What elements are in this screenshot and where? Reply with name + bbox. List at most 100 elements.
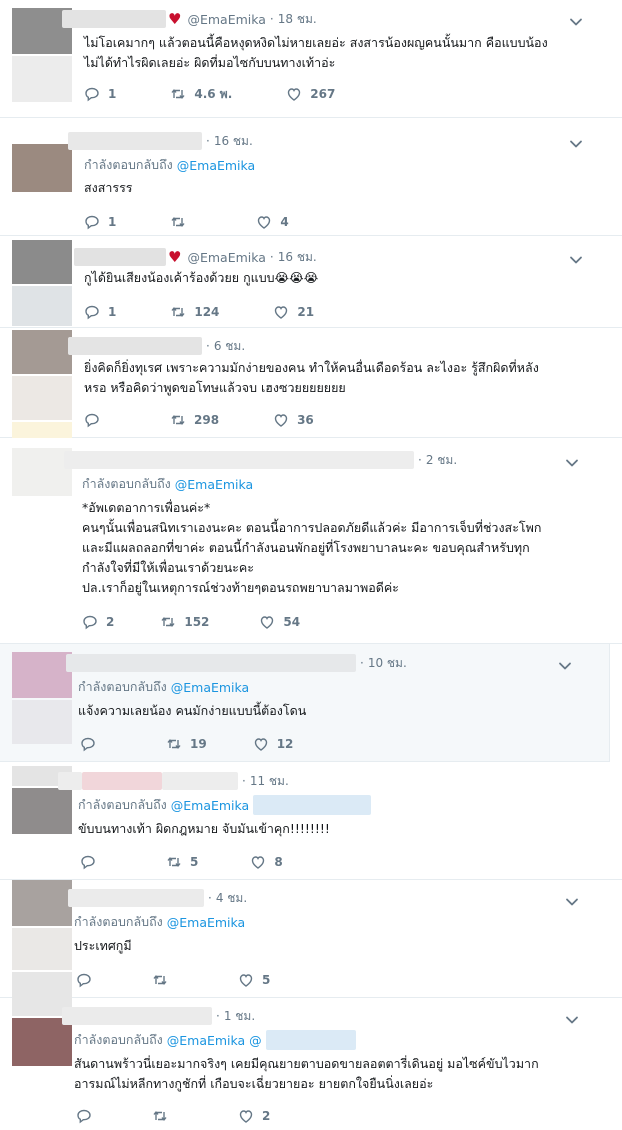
chevron-down-icon[interactable] <box>564 1012 580 1028</box>
user-handle[interactable]: @EmaEmika <box>187 12 265 27</box>
reply-button[interactable] <box>76 1108 100 1124</box>
tweet-actions: 298 36 <box>84 410 314 430</box>
like-button[interactable]: 2 <box>238 1108 270 1124</box>
avatar[interactable] <box>12 788 72 834</box>
retweet-button[interactable]: 19 <box>166 736 207 752</box>
reply-mention-link[interactable]: @EmaEmika <box>175 477 253 492</box>
reply-mention-link[interactable]: @EmaEmika <box>167 915 245 930</box>
like-button[interactable]: 8 <box>250 854 283 870</box>
like-icon <box>258 216 271 229</box>
tweet[interactable]: · 1 ชม. กำลังตอบกลับถึง @EmaEmika @ สันด… <box>0 998 622 1130</box>
tweet[interactable]: · 4 ชม. กำลังตอบกลับถึง @EmaEmika ประเทศ… <box>0 880 622 998</box>
avatar-overlap <box>12 422 72 438</box>
reply-mention-link[interactable]: @EmaEmika @ <box>167 1033 262 1048</box>
tweet-header: ♥ @EmaEmika · 16 ชม. <box>74 247 317 267</box>
like-button[interactable]: 54 <box>259 614 300 630</box>
like-count: 5 <box>262 973 271 987</box>
tweet-actions: 5 8 <box>80 852 283 872</box>
timestamp[interactable]: 10 ชม. <box>368 654 407 673</box>
retweet-button[interactable]: 298 <box>170 412 219 428</box>
avatar[interactable] <box>12 652 72 698</box>
chevron-down-icon[interactable] <box>557 658 573 674</box>
tweet-text: สันดานพร้าวนี่เยอะมากจริงๆ เคยมีคุณยายตา… <box>74 1056 539 1091</box>
tweet-text: แจ้งความเลยน้อง คนมักง่ายแบบนี้ต้องโดน <box>78 703 307 718</box>
like-count: 54 <box>283 615 301 629</box>
tweet-text: สงสารรร <box>84 180 133 195</box>
tweet-text: ยิ่งคิดก็ยิ่งทุเรศ เพราะความมักง่ายของคน… <box>84 360 539 395</box>
like-icon <box>288 88 301 101</box>
tweet-actions: 2 <box>76 1106 270 1126</box>
chevron-down-icon[interactable] <box>564 455 580 471</box>
reply-mention-link[interactable]: @EmaEmika <box>171 680 249 695</box>
retweet-button[interactable]: 124 <box>170 304 219 320</box>
timestamp[interactable]: 16 ชม. <box>278 248 317 267</box>
reply-mention-link[interactable]: @EmaEmika <box>177 158 255 173</box>
tweet[interactable]: · 6 ชม. ยิ่งคิดก็ยิ่งทุเรศ เพราะความมักง… <box>0 328 622 438</box>
redacted-username <box>82 772 162 790</box>
like-button[interactable]: 36 <box>273 412 314 428</box>
tweet[interactable]: · 16 ชม. กำลังตอบกลับถึง @EmaEmika สงสาร… <box>0 118 622 236</box>
replying-to: กำลังตอบกลับถึง @EmaEmika @ <box>74 1030 356 1050</box>
chevron-down-icon[interactable] <box>568 14 584 30</box>
reply-button[interactable] <box>80 854 104 870</box>
avatar[interactable] <box>12 240 72 284</box>
tweet[interactable]: · 11 ชม. กำลังตอบกลับถึง @EmaEmika ขับบน… <box>0 762 622 880</box>
tweet-header: · 16 ชม. <box>68 131 253 151</box>
retweet-button[interactable] <box>152 972 176 988</box>
tweet-header: · 11 ชม. <box>58 771 289 791</box>
retweet-button[interactable]: 152 <box>160 614 209 630</box>
like-icon <box>239 1110 253 1123</box>
like-button[interactable]: 5 <box>238 972 270 988</box>
tweet[interactable]: ♥ @EmaEmika · 18 ชม. ไม่โอเคมากๆ แล้วตอน… <box>0 0 622 118</box>
like-button[interactable]: 4 <box>256 214 289 230</box>
retweet-icon <box>167 857 181 867</box>
reply-button[interactable] <box>76 972 100 988</box>
tweet-actions: 1 4 <box>84 212 289 232</box>
redacted-username <box>62 1007 212 1025</box>
timestamp[interactable]: 11 ชม. <box>250 772 289 791</box>
redacted-username <box>162 772 238 790</box>
tweet-text: *อัพเดตอาการเพื่อนค่ะ* คนๆนั้นเพื่อนสนิท… <box>82 500 542 595</box>
like-button[interactable]: 12 <box>253 736 293 752</box>
tweet[interactable]: · 2 ชม. กำลังตอบกลับถึง @EmaEmika *อัพเด… <box>0 438 622 644</box>
reply-icon <box>85 87 99 102</box>
heart-icon: ♥ <box>168 247 182 266</box>
timestamp[interactable]: 2 ชม. <box>426 451 457 470</box>
like-button[interactable]: 21 <box>273 304 314 320</box>
avatar[interactable] <box>12 880 72 926</box>
avatar-overlap <box>12 56 72 102</box>
tweet[interactable]: ♥ @EmaEmika · 16 ชม. กูได้ยินเสียงน้องเค… <box>0 236 622 328</box>
chevron-down-icon[interactable] <box>568 136 584 152</box>
like-button[interactable]: 267 <box>286 86 335 102</box>
timestamp[interactable]: 1 ชม. <box>224 1007 255 1026</box>
like-count: 8 <box>274 855 283 869</box>
user-handle[interactable]: @EmaEmika <box>187 250 265 265</box>
avatar[interactable] <box>12 144 72 192</box>
retweet-button[interactable]: 4.6 พ. <box>170 85 232 104</box>
retweet-button[interactable] <box>152 1108 176 1124</box>
retweet-button[interactable] <box>170 214 194 230</box>
reply-icon <box>77 973 91 988</box>
timestamp[interactable]: 18 ชม. <box>278 10 317 29</box>
reply-button[interactable] <box>84 412 108 428</box>
reply-button[interactable]: 1 <box>84 86 116 102</box>
reply-button[interactable]: 2 <box>82 614 114 630</box>
avatar[interactable] <box>12 330 72 374</box>
tweet-text: ประเทศกูมี <box>74 938 132 953</box>
retweet-count: 298 <box>194 413 220 427</box>
reply-button[interactable]: 1 <box>84 214 116 230</box>
chevron-down-icon[interactable] <box>564 894 580 910</box>
tweet[interactable]: · 10 ชม. กำลังตอบกลับถึง @EmaEmika แจ้งค… <box>0 644 610 762</box>
reply-mention-link[interactable]: @EmaEmika <box>171 798 249 813</box>
reply-button[interactable] <box>80 736 104 752</box>
avatar-overlap <box>12 700 72 744</box>
chevron-down-icon[interactable] <box>568 252 584 268</box>
retweet-button[interactable]: 5 <box>166 854 198 870</box>
timestamp[interactable]: 4 ชม. <box>216 889 247 908</box>
reply-button[interactable]: 1 <box>84 304 116 320</box>
tweet-text: ไม่โอเคมากๆ แล้วตอนนี้คือหงุดหงิดไม่หายเ… <box>84 35 548 70</box>
tweet-header: · 4 ชม. <box>68 888 247 908</box>
avatar[interactable] <box>12 448 72 496</box>
timestamp[interactable]: 6 ชม. <box>214 337 245 356</box>
timestamp[interactable]: 16 ชม. <box>214 132 253 151</box>
